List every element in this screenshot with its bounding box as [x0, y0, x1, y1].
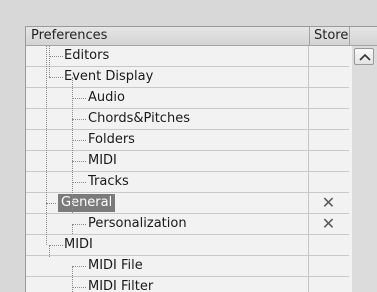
tree-connector — [72, 161, 86, 162]
tree-item-editors[interactable]: Editors — [26, 46, 349, 67]
tree-item-label: MIDI — [64, 237, 93, 252]
column-header-store[interactable]: Store — [309, 27, 349, 45]
tree-connector — [72, 266, 86, 267]
tree-item-label: Tracks — [88, 174, 129, 189]
tree-rows: Editors Event Display Audio Chords&Pitch… — [26, 46, 349, 292]
scrollbar-track[interactable] — [352, 46, 377, 292]
tree-connector — [49, 245, 63, 246]
store-indicator[interactable] — [308, 277, 349, 292]
tree-item-label: Chords&Pitches — [88, 111, 190, 126]
tree-connector — [72, 140, 86, 141]
tree-header: Preferences Store — [26, 27, 377, 46]
tree-item-midi[interactable]: MIDI — [26, 235, 349, 256]
tree-item-label: Audio — [88, 90, 125, 105]
tree-item-midi-file[interactable]: MIDI File — [26, 256, 349, 277]
store-indicator[interactable] — [308, 235, 349, 255]
scroll-up-button[interactable] — [354, 48, 374, 65]
tree-item-audio[interactable]: Audio — [26, 88, 349, 109]
store-indicator[interactable] — [308, 109, 349, 129]
tree-connector — [72, 224, 86, 225]
tree-item-label: MIDI — [88, 153, 117, 168]
tree-connector — [49, 56, 63, 57]
store-indicator[interactable] — [308, 88, 349, 108]
store-indicator[interactable] — [308, 130, 349, 150]
tree-item-label-selected: General — [58, 194, 116, 212]
tree-item-label: MIDI File — [88, 258, 143, 273]
tree-item-label: Personalization — [88, 216, 187, 231]
tree-guide-line — [46, 46, 47, 245]
tree-item-label: Event Display — [64, 69, 154, 84]
tree-guide-line — [72, 77, 73, 213]
tree-connector — [49, 77, 63, 78]
tree-guide-line — [72, 266, 73, 292]
store-indicator[interactable] — [308, 46, 349, 66]
tree-item-label: MIDI Filter — [88, 279, 154, 292]
tree-guide-line — [49, 245, 50, 257]
tree-guide-line — [49, 46, 50, 77]
store-indicator[interactable] — [308, 151, 349, 171]
tree-item-event-display[interactable]: Event Display — [26, 67, 349, 88]
tree-item-midi-filter[interactable]: MIDI Filter — [26, 277, 349, 292]
store-indicator[interactable] — [308, 172, 349, 192]
tree-connector — [46, 203, 56, 204]
tree-item-label: Editors — [64, 48, 110, 63]
tree-item-folders[interactable]: Folders — [26, 130, 349, 151]
preferences-tree-panel: Preferences Store Editors Event Display … — [25, 26, 377, 292]
tree-item-label: Folders — [88, 132, 135, 147]
tree-guide-line — [72, 224, 73, 234]
tree-item-chords-pitches[interactable]: Chords&Pitches — [26, 109, 349, 130]
tree-connector — [72, 98, 86, 99]
tree-connector — [72, 119, 86, 120]
tree-item-personalization[interactable]: Personalization ✕ — [26, 214, 349, 235]
tree-connector — [72, 182, 86, 183]
store-x-icon[interactable]: ✕ — [308, 214, 349, 234]
store-indicator[interactable] — [308, 256, 349, 276]
store-x-icon[interactable]: ✕ — [308, 193, 349, 213]
tree-item-tracks[interactable]: Tracks — [26, 172, 349, 193]
store-indicator[interactable] — [308, 67, 349, 87]
column-header-spacer — [349, 27, 377, 45]
tree-item-general[interactable]: General ✕ — [26, 193, 349, 214]
tree-item-event-display-midi[interactable]: MIDI — [26, 151, 349, 172]
tree-connector — [72, 287, 86, 288]
chevron-up-icon — [359, 53, 371, 61]
column-header-preferences[interactable]: Preferences — [26, 27, 308, 45]
